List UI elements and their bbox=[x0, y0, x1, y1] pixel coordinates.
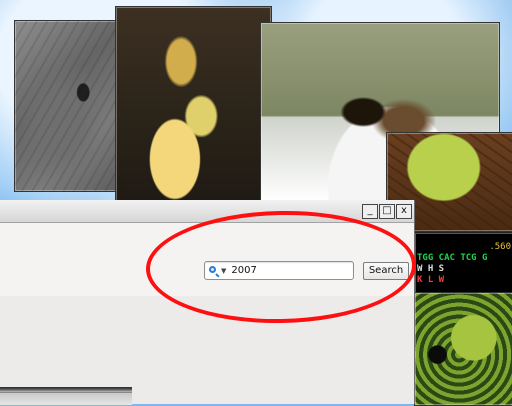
bottom-panel bbox=[0, 392, 132, 405]
dna-amino-text: W H S bbox=[417, 264, 445, 274]
elephant-photo bbox=[14, 20, 126, 192]
snake-photo bbox=[414, 292, 512, 406]
close-button[interactable]: x bbox=[396, 204, 412, 219]
orchid-photo bbox=[115, 6, 272, 203]
dna-sequence-photo: .560 TGG CAC TCG G W H S K L W bbox=[414, 232, 512, 294]
window-controls: _ □ x bbox=[362, 204, 412, 219]
maximize-button[interactable]: □ bbox=[379, 204, 395, 219]
dna-sequence-text: TGG CAC TCG G bbox=[417, 253, 488, 263]
dna-top-number: .560 bbox=[489, 242, 511, 252]
minimize-button[interactable]: _ bbox=[362, 204, 378, 219]
dna-amino-text-2: K L W bbox=[417, 275, 445, 285]
